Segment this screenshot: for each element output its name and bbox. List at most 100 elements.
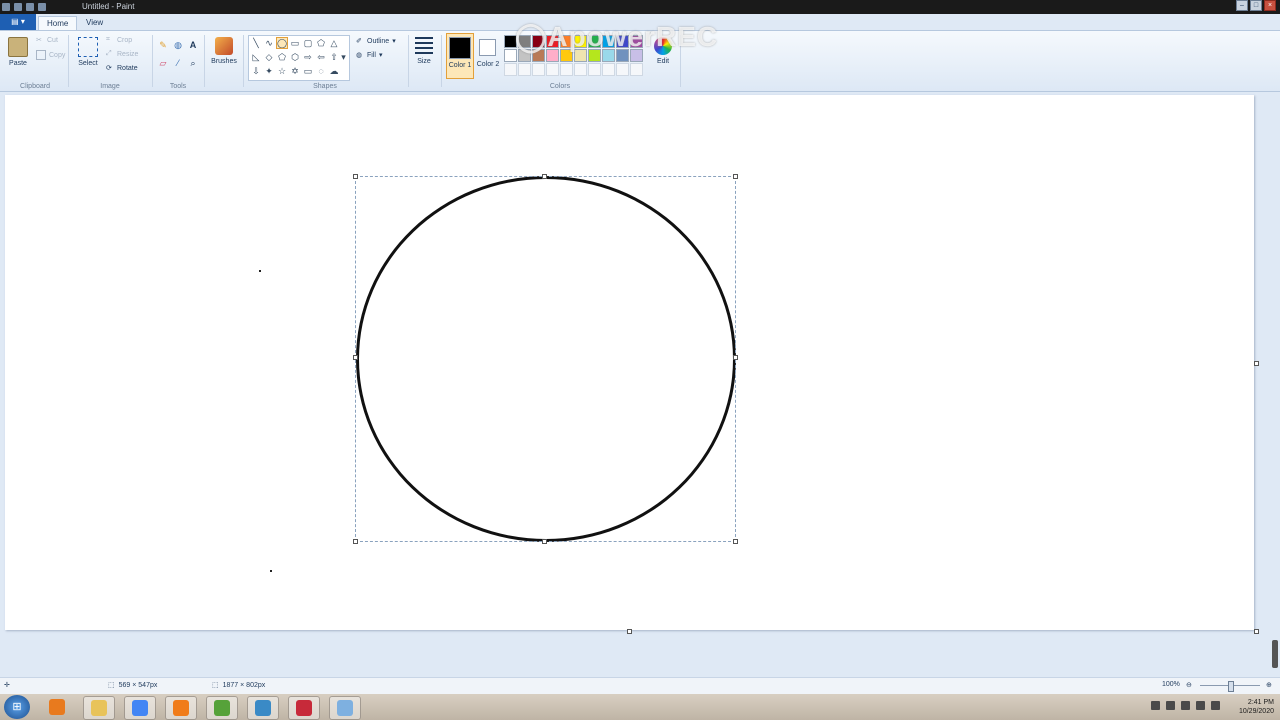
magnifier-icon[interactable]: ⌕ [187, 57, 199, 69]
zoom-out-button[interactable]: ⊖ [1186, 681, 1192, 689]
title-bar: Untitled - Paint – □ × [0, 0, 1280, 14]
tray-volume-icon[interactable] [1211, 701, 1220, 710]
brushes-button[interactable]: Brushes [210, 37, 238, 65]
taskbar-app-button[interactable] [329, 696, 361, 720]
taskbar-app-button[interactable] [288, 696, 320, 720]
line-shape-icon[interactable]: ╲ [251, 38, 261, 48]
resize-button[interactable]: ⤢ Resize [106, 50, 138, 58]
paste-button[interactable]: Paste [6, 37, 30, 67]
tab-view[interactable]: View [78, 16, 111, 29]
custom-palette-slot[interactable] [630, 63, 643, 76]
custom-palette-slot[interactable] [588, 63, 601, 76]
triangle-shape-icon[interactable]: △ [329, 38, 339, 48]
crop-button[interactable]: ⌗ Crop [106, 36, 132, 44]
close-button[interactable]: × [1264, 0, 1276, 11]
canvas-resize-handle[interactable] [1254, 361, 1259, 366]
select-button[interactable]: Select [75, 37, 101, 67]
color2-button[interactable]: Color 2 [476, 33, 500, 77]
taskbar-app-button[interactable] [83, 696, 115, 720]
resize-handle[interactable] [353, 355, 358, 360]
shapes-gallery[interactable]: ╲ ∿ ◯ ▭ ▢ ⬠ △ ◺ ◇ ⬠ ⬡ ⇨ ⇦ ⇧ ⇩ ✦ ☆ ✡ ▭ ◌ … [248, 35, 350, 81]
recorder-watermark: ◯ApowerREC [515, 20, 718, 53]
gallery-scroll-icon[interactable]: ▾ [340, 52, 347, 62]
taskbar-app-button[interactable] [165, 696, 197, 720]
color-picker-icon[interactable]: ⁄ [172, 57, 184, 69]
color1-button[interactable]: Color 1 [446, 33, 474, 79]
custom-palette-slot[interactable] [546, 63, 559, 76]
cut-button[interactable]: ✂ Cut [36, 36, 58, 45]
custom-palette-slot[interactable] [574, 63, 587, 76]
taskbar-app-button[interactable] [124, 696, 156, 720]
cloud-callout-shape-icon[interactable]: ☁ [329, 66, 339, 76]
custom-palette-slot[interactable] [602, 63, 615, 76]
start-button[interactable]: ⊞ [4, 695, 30, 719]
maximize-button[interactable]: □ [1250, 0, 1262, 11]
rectangle-shape-icon[interactable]: ▭ [290, 38, 300, 48]
paint-app-icon[interactable] [2, 3, 10, 11]
text-tool-icon[interactable]: A [187, 39, 199, 51]
tray-network-icon[interactable] [1181, 701, 1190, 710]
vertical-scrollbar[interactable] [1272, 640, 1278, 668]
save-icon[interactable] [14, 3, 22, 11]
up-arrow-shape-icon[interactable]: ⇧ [329, 52, 339, 62]
outline-dropdown[interactable]: ✐ Outline ▾ [356, 37, 396, 46]
zoom-in-button[interactable]: ⊕ [1266, 681, 1272, 689]
taskbar-app-button[interactable] [206, 696, 238, 720]
callout-rect-shape-icon[interactable]: ▭ [303, 66, 313, 76]
resize-handle[interactable] [733, 174, 738, 179]
clock[interactable]: 2:41 PM 10/29/2020 [1239, 698, 1274, 716]
four-point-star-shape-icon[interactable]: ✦ [264, 66, 274, 76]
oval-shape-icon[interactable]: ◯ [276, 37, 288, 49]
canvas-resize-handle[interactable] [1254, 629, 1259, 634]
custom-palette-slot[interactable] [560, 63, 573, 76]
clock-date: 10/29/2020 [1238, 708, 1274, 715]
diamond-shape-icon[interactable]: ◇ [264, 52, 274, 62]
left-arrow-shape-icon[interactable]: ⇦ [316, 52, 326, 62]
polygon-shape-icon[interactable]: ⬠ [316, 38, 326, 48]
tab-home[interactable]: Home [38, 16, 78, 30]
pentagon-shape-icon[interactable]: ⬠ [277, 52, 287, 62]
six-point-star-shape-icon[interactable]: ✡ [290, 66, 300, 76]
tray-flag-icon[interactable] [1166, 701, 1175, 710]
custom-palette-slot[interactable] [616, 63, 629, 76]
tray-display-icon[interactable] [1196, 701, 1205, 710]
taskbar-app-button[interactable] [247, 696, 279, 720]
eraser-icon[interactable]: ▱ [157, 57, 169, 69]
resize-handle[interactable] [542, 174, 547, 179]
resize-icon: ⤢ [106, 50, 112, 57]
resize-handle[interactable] [733, 539, 738, 544]
resize-handle[interactable] [353, 539, 358, 544]
down-arrow-shape-icon[interactable]: ⇩ [251, 66, 261, 76]
fill-dropdown[interactable]: ◍ Fill ▾ [356, 51, 382, 60]
hexagon-shape-icon[interactable]: ⬡ [290, 52, 300, 62]
paint-icon [337, 700, 353, 716]
resize-handle[interactable] [353, 174, 358, 179]
fill-bucket-icon[interactable]: ◍ [172, 39, 184, 51]
rotate-icon: ⟳ [106, 65, 112, 72]
rotate-button[interactable]: ⟳ Rotate [106, 64, 138, 73]
shape-selection-box[interactable] [353, 174, 738, 544]
right-arrow-shape-icon[interactable]: ⇨ [303, 52, 313, 62]
pencil-icon[interactable]: ✎ [157, 39, 169, 51]
minimize-button[interactable]: – [1236, 0, 1248, 11]
file-menu-button[interactable]: ▤ ▾ [0, 14, 36, 30]
custom-palette-slot[interactable] [532, 63, 545, 76]
tray-chevron-icon[interactable] [1151, 701, 1160, 710]
zoom-slider-thumb[interactable] [1228, 681, 1234, 692]
custom-palette-slot[interactable] [504, 63, 517, 76]
callout-oval-shape-icon[interactable]: ◌ [316, 66, 326, 76]
selection-size-text: 569 × 547px [118, 681, 158, 689]
redo-icon[interactable] [38, 3, 46, 11]
resize-handle[interactable] [542, 539, 547, 544]
right-triangle-shape-icon[interactable]: ◺ [251, 52, 261, 62]
canvas-resize-handle[interactable] [627, 629, 632, 634]
resize-handle[interactable] [733, 355, 738, 360]
taskbar-app-button[interactable] [42, 696, 72, 718]
rounded-rectangle-shape-icon[interactable]: ▢ [303, 38, 313, 48]
custom-palette-slot[interactable] [518, 63, 531, 76]
copy-button[interactable]: Copy [36, 50, 65, 60]
size-button[interactable]: Size [412, 37, 436, 65]
undo-icon[interactable] [26, 3, 34, 11]
curve-shape-icon[interactable]: ∿ [264, 38, 274, 48]
five-point-star-shape-icon[interactable]: ☆ [277, 66, 287, 76]
